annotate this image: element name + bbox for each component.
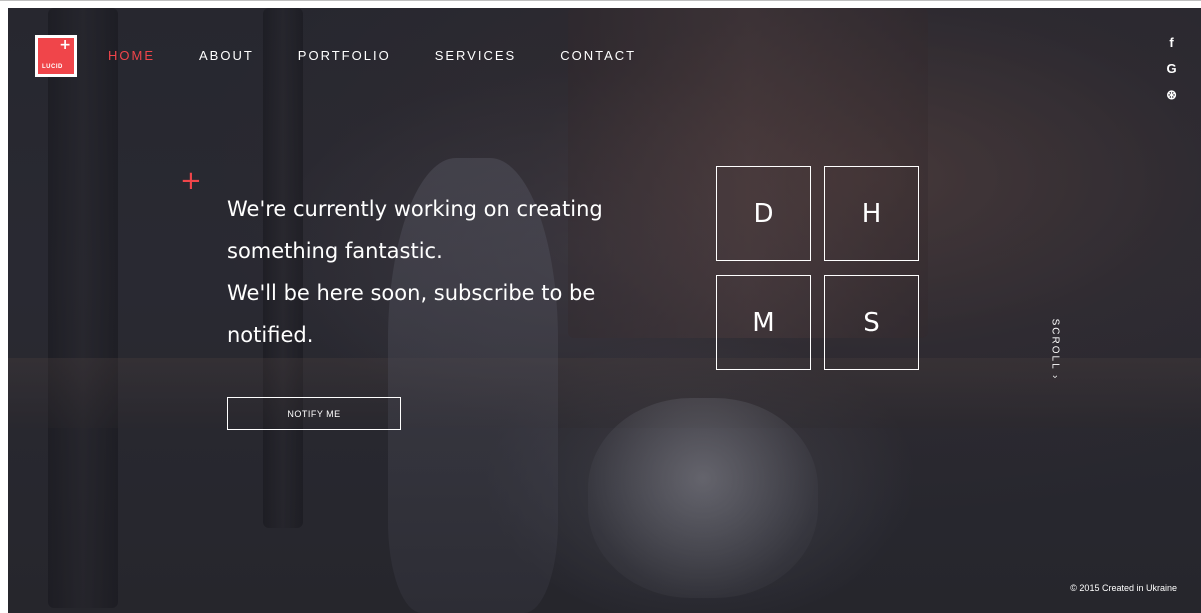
plus-icon: + xyxy=(180,166,202,196)
hero-page: + LUCID HOME ABOUT PORTFOLIO SERVICES CO… xyxy=(8,8,1201,613)
headline-line-2: something fantastic. xyxy=(227,239,443,263)
scroll-indicator[interactable]: SCROLL › xyxy=(1048,316,1062,386)
countdown-minutes: M xyxy=(716,275,811,370)
countdown-seconds: S xyxy=(824,275,919,370)
logo-text: LUCID xyxy=(42,64,63,70)
nav-item-services[interactable]: SERVICES xyxy=(435,48,517,63)
social-links: f G ⊛ xyxy=(1166,36,1177,102)
countdown-hours: H xyxy=(824,166,919,261)
logo-mark: + LUCID xyxy=(38,38,74,74)
google-icon[interactable]: G xyxy=(1166,62,1176,76)
countdown-days: D xyxy=(716,166,811,261)
footer-copyright: © 2015 Created in Ukraine xyxy=(1070,583,1177,593)
headline-line-3: We'll be here soon, subscribe to be xyxy=(227,281,596,305)
notify-me-button[interactable]: NOTIFY ME xyxy=(227,397,401,430)
headline-line-1: We're currently working on creating xyxy=(227,197,603,221)
headline: We're currently working on creating some… xyxy=(227,188,667,356)
nav-item-about[interactable]: ABOUT xyxy=(199,48,254,63)
facebook-icon[interactable]: f xyxy=(1169,36,1173,50)
top-border xyxy=(0,0,1201,1)
nav-item-home[interactable]: HOME xyxy=(108,48,155,63)
dribbble-icon[interactable]: ⊛ xyxy=(1166,88,1177,102)
scroll-label[interactable]: SCROLL › xyxy=(1049,319,1060,381)
logo-plus-icon: + xyxy=(59,37,71,53)
headline-line-4: notified. xyxy=(227,323,314,347)
nav-item-portfolio[interactable]: PORTFOLIO xyxy=(298,48,391,63)
logo[interactable]: + LUCID xyxy=(35,35,77,77)
nav-item-contact[interactable]: CONTACT xyxy=(560,48,636,63)
main-nav: HOME ABOUT PORTFOLIO SERVICES CONTACT xyxy=(108,48,680,63)
